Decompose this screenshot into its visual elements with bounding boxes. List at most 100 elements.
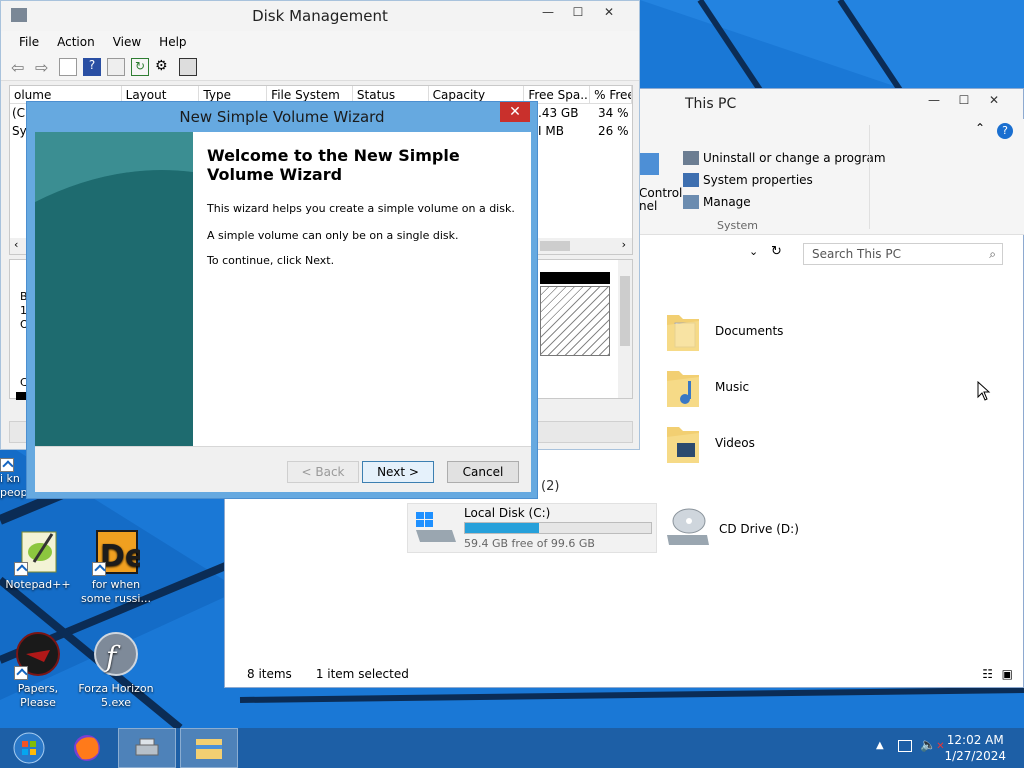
desktop-icon-label: Notepad++ (5, 578, 71, 591)
folder-videos[interactable]: Videos (665, 421, 755, 465)
minimize-button[interactable]: — (919, 89, 949, 111)
desktop-icon-label: Papers, Please (17, 682, 59, 709)
maximize-button[interactable]: ☐ (949, 89, 979, 111)
devices-group-header: (2) (541, 479, 560, 494)
system-properties-icon (683, 173, 699, 187)
help-book-icon[interactable]: ? (83, 57, 101, 76)
desktop-icon-label: for when some russi... (81, 578, 151, 605)
mouse-cursor (977, 380, 991, 404)
status-item-count: 8 items (247, 667, 292, 681)
properties-icon[interactable] (107, 57, 125, 76)
disk-management-app-icon (11, 8, 27, 22)
wizard-text-2: A simple volume can only be on a single … (207, 229, 459, 242)
desktop-icon-notepadpp[interactable]: Notepad++ (0, 528, 76, 592)
search-icon: ⌕ (989, 247, 996, 261)
programs-icon (683, 151, 699, 165)
local-disk-usage-bar (464, 522, 652, 534)
minimize-button[interactable]: — (533, 1, 563, 23)
status-selected: 1 item selected (315, 667, 409, 681)
flash-icon: f (92, 632, 140, 680)
show-hidden-icons[interactable]: ▲ (876, 740, 884, 751)
menu-view[interactable]: View (113, 35, 141, 49)
videos-folder-icon (665, 421, 701, 465)
window-title: Disk Management (252, 7, 388, 25)
music-folder-icon (665, 365, 701, 409)
wizard-heading: Welcome to the New Simple Volume Wizard (207, 146, 460, 184)
col-percent-free[interactable]: % Free (590, 86, 632, 103)
shortcut-arrow-icon (14, 666, 28, 680)
taskbar-file-explorer[interactable] (180, 728, 238, 768)
close-button[interactable]: ✕ (589, 1, 629, 23)
ribbon-separator (869, 125, 870, 229)
refresh-icon[interactable]: ↻ (131, 57, 149, 76)
partition-hatched[interactable] (540, 286, 610, 356)
scroll-right-icon[interactable]: › (622, 238, 626, 251)
uninstall-program-button[interactable]: Uninstall or change a program (683, 151, 886, 165)
settings-icon[interactable]: ⚙ (155, 58, 173, 76)
disk-management-titlebar: Disk Management — ☐ ✕ (1, 1, 639, 31)
wizard-body: Welcome to the New Simple Volume Wizard … (35, 132, 531, 492)
control-panel-icon[interactable] (639, 153, 659, 175)
search-input[interactable]: Search This PC ⌕ (803, 243, 1003, 265)
ribbon-collapse-icon[interactable]: ⌃ (975, 121, 985, 135)
menu-bar: File Action View Help (1, 31, 639, 53)
taskbar-disk-management[interactable] (118, 728, 176, 768)
local-disk-name: Local Disk (C:) (464, 506, 551, 520)
svg-text:De: De (100, 539, 140, 574)
notepadpp-icon (14, 528, 62, 576)
taskbar: ▲ 🔈✕ 12:02 AM 1/27/2024 (0, 728, 1024, 768)
status-bar: 8 items 1 item selected ☷ ▣ (225, 661, 1024, 687)
desktop-icon-papers-please[interactable]: Papers, Please (0, 632, 76, 710)
partition-header-black (540, 272, 610, 284)
back-button[interactable]: < Back (287, 461, 359, 483)
forward-arrow-icon[interactable]: ⇨ (35, 58, 53, 77)
folder-music[interactable]: Music (665, 365, 749, 409)
scroll-thumb[interactable] (620, 276, 630, 346)
clock[interactable]: 12:02 AM 1/27/2024 (944, 732, 1006, 764)
back-arrow-icon[interactable]: ⇦ (11, 58, 29, 77)
help-icon[interactable]: ? (997, 123, 1013, 139)
system-properties-button[interactable]: System properties (683, 173, 813, 187)
close-button[interactable]: ✕ (500, 102, 530, 122)
desktop-icon-label: Forza Horizon 5.exe (78, 682, 154, 709)
start-button[interactable] (0, 728, 58, 768)
wizard-footer: < Back Next > Cancel (35, 446, 531, 492)
details-view-icon[interactable]: ☷ (982, 667, 993, 681)
desktop-icon-forza[interactable]: f Forza Horizon 5.exe (78, 632, 154, 710)
menu-file[interactable]: File (19, 35, 39, 49)
cd-drive-d[interactable]: CD Drive (D:) (663, 505, 799, 552)
wizard-text-1: This wizard helps you create a simple vo… (207, 202, 515, 215)
shortcut-arrow-icon (92, 562, 106, 576)
menu-action[interactable]: Action (57, 35, 95, 49)
cancel-button[interactable]: Cancel (447, 461, 519, 483)
scroll-thumb[interactable] (540, 241, 570, 251)
menu-help[interactable]: Help (159, 35, 186, 49)
clock-time: 12:02 AM (946, 733, 1004, 747)
cd-drive-icon (663, 505, 711, 552)
scroll-left-icon[interactable]: ‹ (14, 238, 18, 251)
refresh-icon[interactable]: ↻ (771, 244, 782, 259)
taskbar-firefox[interactable] (58, 728, 116, 768)
console-tree-icon[interactable] (59, 57, 77, 76)
file-explorer-icon (196, 739, 222, 759)
rescan-icon[interactable] (179, 57, 197, 76)
control-panel-label[interactable]: Control nel (639, 187, 682, 213)
local-disk-free: 59.4 GB free of 99.6 GB (464, 537, 595, 550)
next-button[interactable]: Next > (362, 461, 434, 483)
vertical-scrollbar[interactable] (618, 260, 632, 398)
address-dropdown-icon[interactable]: ⌄ (749, 245, 758, 258)
local-disk-c[interactable]: Local Disk (C:) 59.4 GB free of 99.6 GB (407, 503, 657, 553)
desktop-icon-russian[interactable]: De for when some russi... (78, 528, 154, 606)
network-icon[interactable] (898, 740, 912, 752)
large-icons-view-icon[interactable]: ▣ (1002, 667, 1013, 681)
shortcut-arrow-icon (14, 562, 28, 576)
local-disk-usage-fill (465, 523, 540, 533)
close-button[interactable]: ✕ (979, 89, 1009, 111)
disk-management-icon (135, 738, 159, 756)
manage-button[interactable]: Manage (683, 195, 751, 209)
wizard-text-3: To continue, click Next. (207, 254, 335, 267)
volume-muted-icon[interactable]: 🔈✕ (920, 738, 945, 753)
folder-documents[interactable]: Documents (665, 309, 783, 353)
manage-icon (683, 195, 699, 209)
toolbar: ⇦ ⇨ ? ↻ ⚙ (1, 53, 639, 81)
